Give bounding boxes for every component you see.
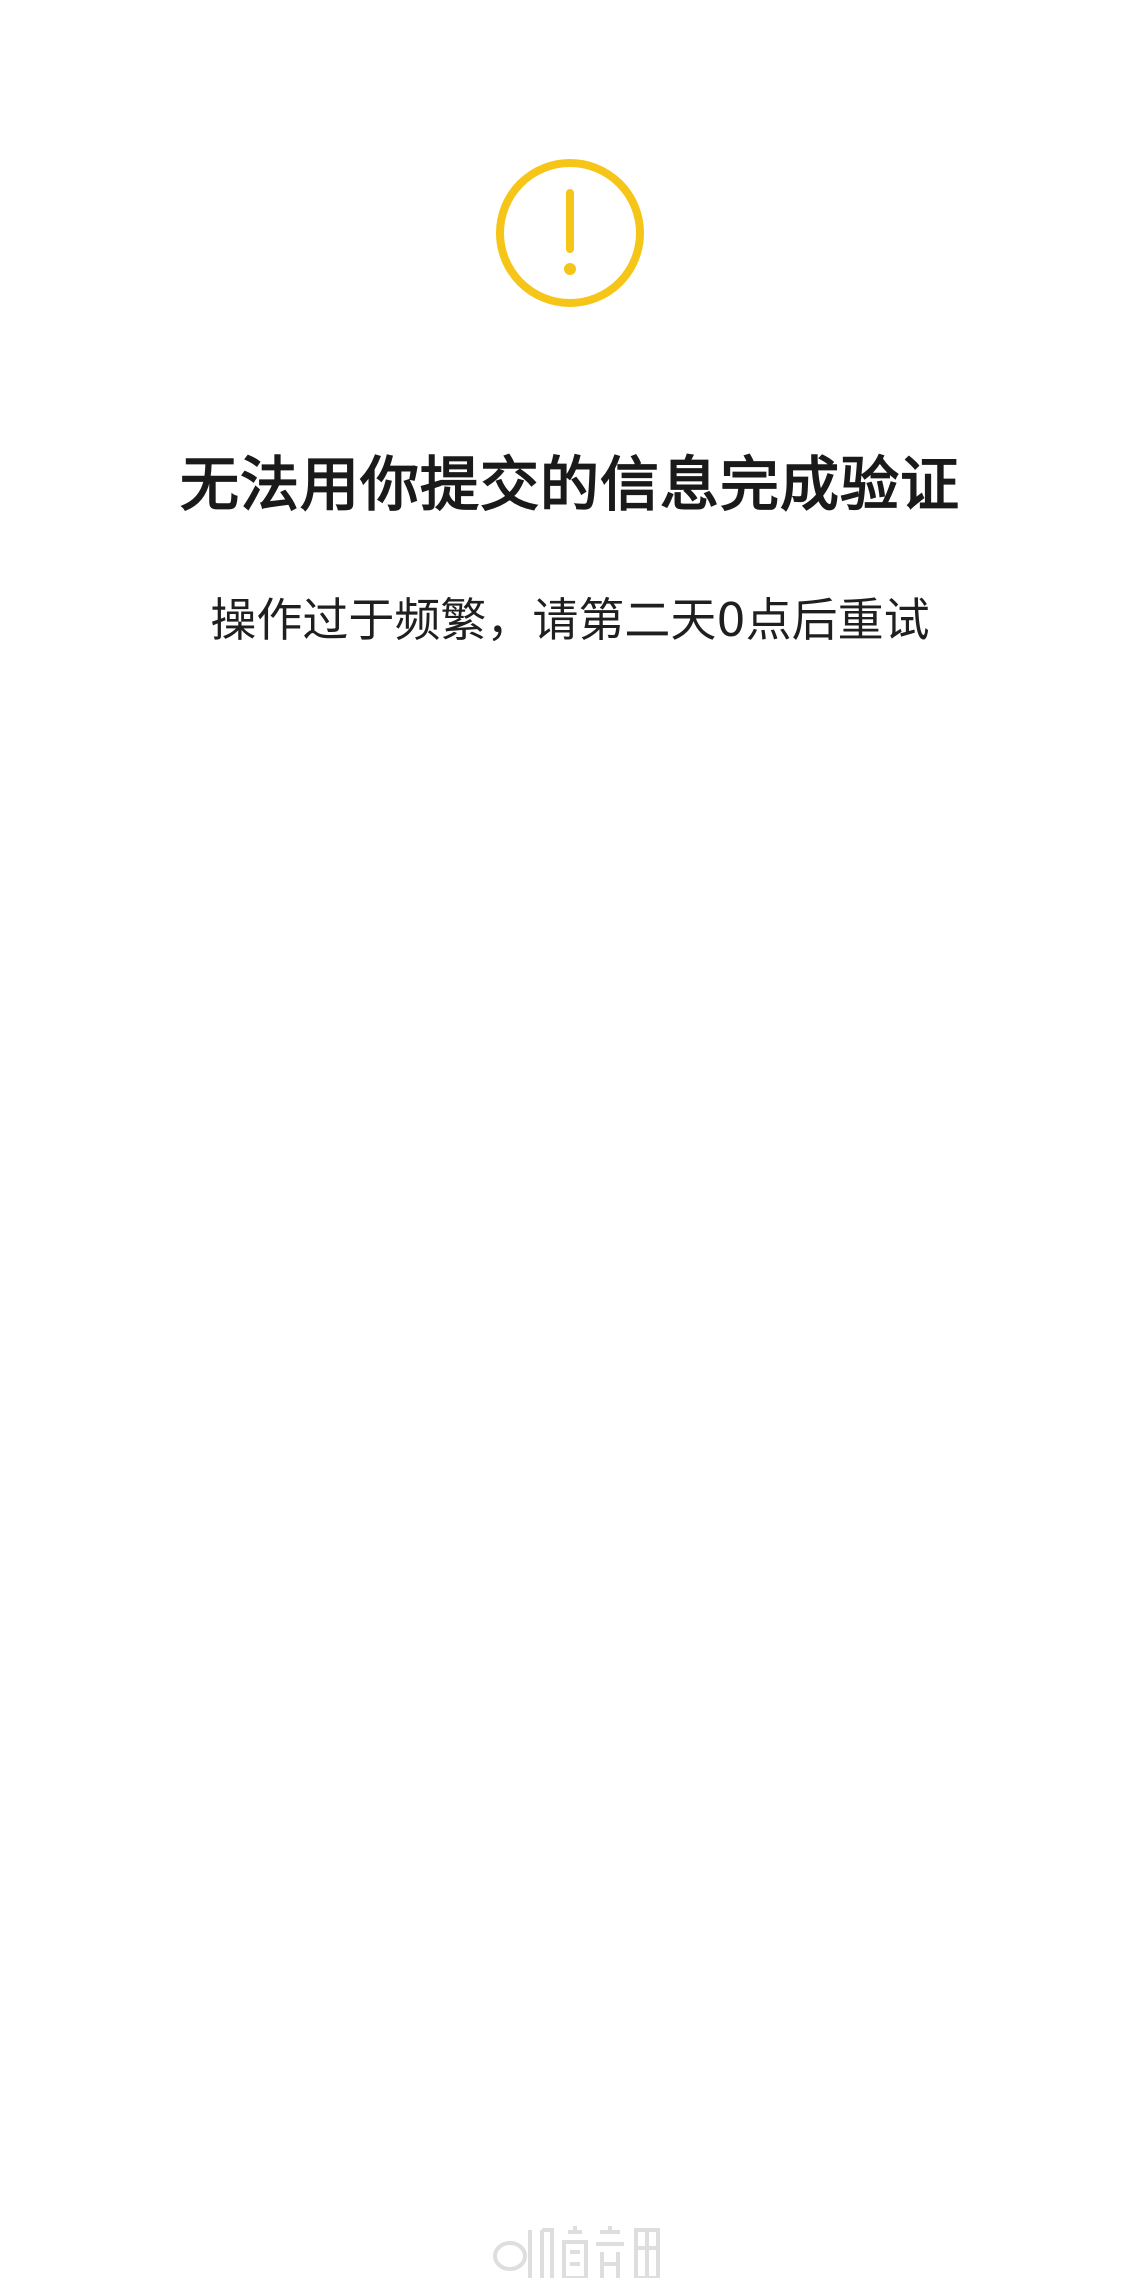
exclamation-circle-icon (494, 157, 646, 309)
error-message: 操作过于频繁，请第二天0点后重试 (210, 593, 930, 647)
watermark-logo (490, 2218, 670, 2278)
page-title: 无法用你提交的信息完成验证 (179, 450, 960, 519)
error-page: 无法用你提交的信息完成验证 操作过于频繁，请第二天0点后重试 (0, 0, 1140, 2285)
